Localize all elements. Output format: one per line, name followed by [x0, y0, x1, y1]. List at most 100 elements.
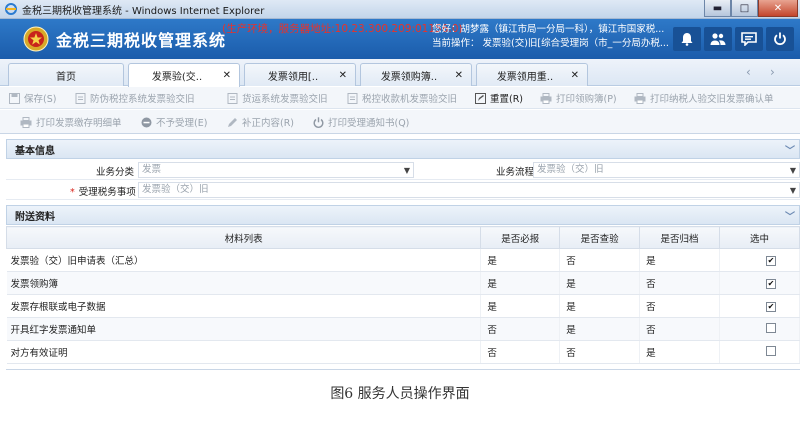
close-tab-icon[interactable]: ✕	[339, 70, 347, 81]
freight-check-button[interactable]: 货运系统发票验交旧	[226, 90, 328, 106]
row-checkbox[interactable]: ✔	[765, 255, 776, 266]
required-value: 否	[480, 317, 561, 341]
window-title-bar: 金税三期税收管理系统 - Windows Internet Explorer ▬…	[0, 0, 800, 19]
section-title: 附送资料	[15, 211, 55, 223]
tab-invoice-check[interactable]: 发票验(交.. ✕	[128, 63, 240, 87]
tax-matter-select[interactable]: 发票验（交）旧 ▼	[138, 182, 800, 198]
tax-matter-label: * 受理税务事项	[70, 184, 136, 198]
material-name: 开具红字发票通知单	[6, 317, 482, 341]
tab-bar: 首页 发票验(交.. ✕ 发票领用[.. ✕ 发票领购簿.. ✕ 发票领用重..…	[0, 59, 800, 87]
row-checkbox[interactable]	[765, 345, 776, 356]
required-value: 是	[480, 271, 561, 295]
app-name: 金税三期税收管理系统	[56, 31, 227, 50]
pencil-icon	[226, 116, 238, 128]
anti-counterfeit-check-button[interactable]: 防伪税控系统发票验交旧	[74, 90, 195, 106]
chevron-down-icon[interactable]: ﹀	[785, 208, 795, 223]
tab-invoice-issue[interactable]: 发票领用[.. ✕	[244, 63, 356, 86]
tab-label: 发票领用重..	[496, 71, 554, 83]
supplement-label: 补正内容(R)	[242, 118, 295, 129]
business-category-select[interactable]: 发票 ▼	[138, 162, 414, 178]
save-button[interactable]: 保存(S)	[8, 90, 56, 106]
row-checkbox[interactable]	[765, 322, 776, 333]
close-tab-icon[interactable]: ✕	[223, 70, 231, 81]
print-confirmation-button[interactable]: 打印纳税人验交旧发票确认单	[634, 90, 774, 106]
dropdown-arrow-icon[interactable]: ▼	[790, 164, 796, 178]
reject-label: 不予受理(E)	[156, 118, 208, 129]
freight-label: 货运系统发票验交旧	[242, 94, 328, 105]
environment-info: (生产环境，服务器地址:10.23.300.209:01156.0)	[222, 23, 463, 35]
minimize-button[interactable]: ▬	[704, 0, 731, 17]
bell-icon[interactable]	[673, 27, 701, 51]
basic-info-header[interactable]: 基本信息 ﹀	[6, 139, 800, 159]
dropdown-arrow-icon[interactable]: ▼	[404, 164, 410, 178]
document-icon	[346, 92, 358, 104]
tax-matter-label-text: 受理税务事项	[78, 187, 136, 198]
table-row[interactable]: 发票验（交）旧申请表（汇总） 是 否 是 ✔	[6, 248, 800, 272]
column-header: 是否归档	[639, 226, 720, 249]
print-notice-button[interactable]: 打印受理通知书(Q)	[312, 114, 409, 130]
printer-icon	[540, 92, 552, 104]
business-flow-value: 发票验（交）旧	[537, 164, 604, 175]
power-icon[interactable]	[766, 27, 794, 51]
row-checkbox[interactable]: ✔	[765, 278, 776, 289]
notice-icon	[312, 116, 324, 128]
tab-prev-icon[interactable]: ‹	[746, 65, 751, 79]
dropdown-arrow-icon[interactable]: ▼	[790, 184, 796, 198]
table-row[interactable]: 发票存根联或电子数据 是 是 否 ✔	[6, 294, 800, 318]
print-book-button[interactable]: 打印领购簿(P)	[540, 90, 617, 106]
figure-caption: 图6 服务人员操作界面	[330, 386, 470, 402]
select-cell: ✔	[719, 248, 800, 272]
reject-button[interactable]: 不予受理(E)	[140, 114, 207, 130]
tab-invoice-reissue[interactable]: 发票领用重.. ✕	[476, 63, 588, 86]
printer-icon	[634, 92, 646, 104]
row-checkbox[interactable]: ✔	[765, 301, 776, 312]
basic-info-row-2: * 受理税务事项 发票验（交）旧 ▼	[6, 181, 800, 200]
chevron-down-icon[interactable]: ﹀	[785, 142, 795, 157]
business-category-label: 业务分类	[96, 167, 135, 178]
print-deposit-list-button[interactable]: 打印发票缴存明细单	[20, 114, 122, 130]
action-toolbar-secondary: 打印发票缴存明细单 不予受理(E) 补正内容(R) 打印受理通知书(Q)	[0, 110, 800, 134]
cash-register-label: 税控收款机发票验交旧	[362, 94, 458, 105]
archive-value: 否	[639, 317, 720, 341]
table-row[interactable]: 发票领购簿 是 是 否 ✔	[6, 271, 800, 295]
archive-value: 否	[639, 271, 720, 295]
table-row[interactable]: 对方有效证明 否 否 是	[6, 340, 800, 364]
tab-home[interactable]: 首页	[8, 63, 124, 86]
business-flow-select[interactable]: 发票验（交）旧 ▼	[533, 162, 800, 178]
content-bottom-border	[6, 369, 800, 370]
users-icon[interactable]	[704, 27, 732, 51]
chat-icon[interactable]	[735, 27, 763, 51]
tab-invoice-book[interactable]: 发票领购簿.. ✕	[360, 63, 472, 86]
printer-icon	[20, 116, 32, 128]
column-header: 选中	[718, 226, 800, 249]
attachments-header[interactable]: 附送资料 ﹀	[6, 205, 800, 225]
save-label: 保存(S)	[24, 94, 57, 105]
print-book-label: 打印领购簿(P)	[556, 94, 617, 105]
print-deposit-label: 打印发票缴存明细单	[36, 118, 122, 129]
material-name: 发票验（交）旧申请表（汇总）	[6, 248, 482, 272]
reset-icon	[474, 92, 486, 104]
reset-button[interactable]: 重置(R)	[474, 90, 523, 106]
column-header: 材料列表	[5, 226, 482, 249]
reject-icon	[140, 116, 152, 128]
material-name: 对方有效证明	[6, 340, 482, 364]
print-confirmation-label: 打印纳税人验交旧发票确认单	[650, 94, 774, 105]
tab-next-icon[interactable]: ›	[770, 65, 775, 79]
close-window-button[interactable]: ✕	[758, 0, 798, 17]
attachments-table: 材料列表 是否必报 是否查验 是否归档 选中 发票验（交）旧申请表（汇总） 是 …	[5, 226, 800, 364]
close-tab-icon[interactable]: ✕	[455, 70, 463, 81]
supplement-button[interactable]: 补正内容(R)	[226, 114, 294, 130]
close-tab-icon[interactable]: ✕	[571, 70, 579, 81]
material-name: 发票存根联或电子数据	[6, 294, 482, 318]
section-title: 基本信息	[15, 145, 55, 157]
material-name: 发票领购簿	[6, 271, 482, 295]
cash-register-check-button[interactable]: 税控收款机发票验交旧	[346, 90, 457, 106]
table-row[interactable]: 开具红字发票通知单 否 是 否	[6, 317, 800, 341]
reset-label: 重置(R)	[490, 94, 524, 105]
maximize-button[interactable]: □	[731, 0, 758, 17]
print-notice-label: 打印受理通知书(Q)	[328, 118, 410, 129]
window-title: 金税三期税收管理系统 - Windows Internet Explorer	[22, 5, 265, 17]
archive-value: 否	[639, 294, 720, 318]
tab-label: 发票领用[..	[267, 71, 319, 83]
required-value: 否	[480, 340, 561, 364]
